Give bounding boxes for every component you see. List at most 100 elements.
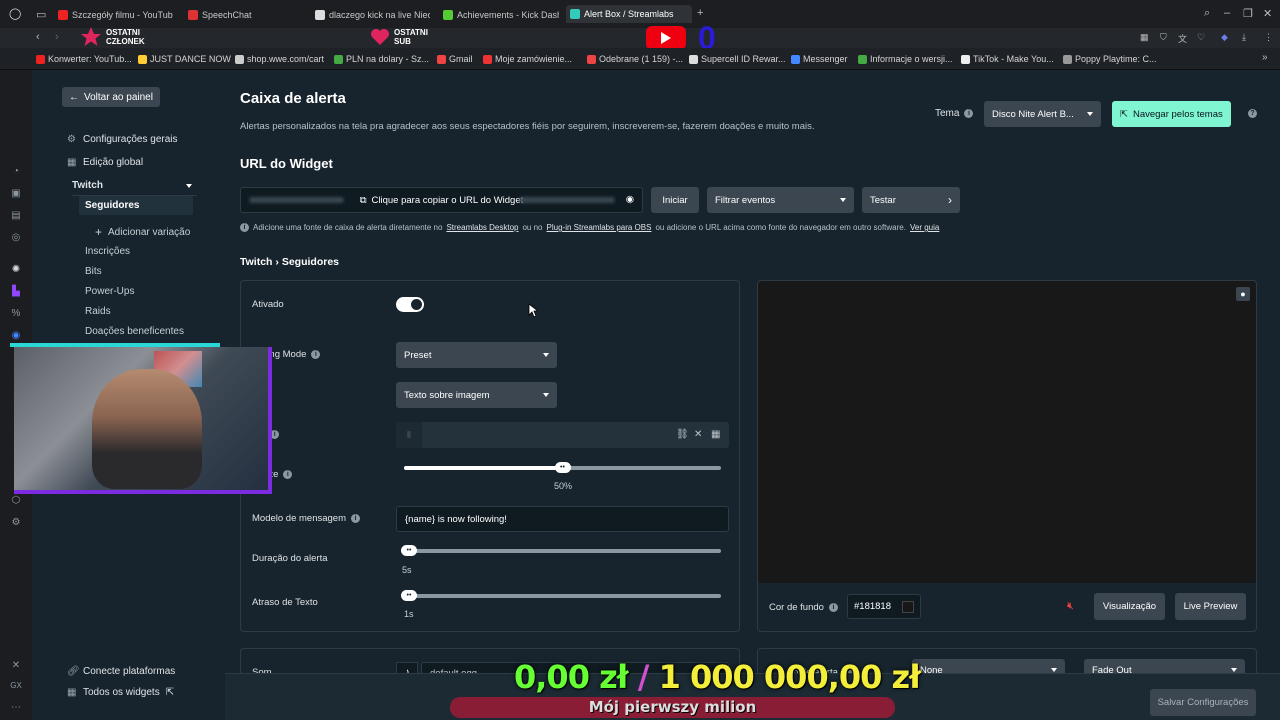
- settings-icon[interactable]: ⚙: [10, 517, 22, 529]
- link-icon[interactable]: ⛓: [676, 429, 689, 440]
- message-template-input[interactable]: {name} is now following!: [396, 506, 729, 532]
- widget-url-field[interactable]: ⧉ Clique para copiar o URL do Widget ◉: [240, 187, 643, 213]
- tab-kick-search[interactable]: dlaczego kick na live Nieo: [315, 7, 430, 23]
- bookmark-item[interactable]: Odebrane (1 159) -...: [587, 54, 683, 64]
- wallet-icon[interactable]: ▤: [10, 210, 22, 222]
- image-picker[interactable]: ⦀ ⛓ ✕ ▦: [396, 422, 729, 448]
- menu-dots-icon[interactable]: ⋮: [1264, 32, 1273, 43]
- nav-all-widgets[interactable]: ▦ Todos os widgets ⇱: [67, 687, 174, 698]
- tab-kick-achievements[interactable]: Achievements - Kick Dashb: [443, 7, 559, 23]
- enabled-toggle[interactable]: [396, 297, 424, 312]
- opera-logo-icon[interactable]: ◯: [9, 7, 21, 20]
- delay-slider-handle[interactable]: ••: [401, 590, 417, 601]
- speed-dial-icon[interactable]: ◔: [10, 166, 22, 178]
- info-icon[interactable]: i: [828, 603, 838, 612]
- size-slider[interactable]: ••: [404, 462, 721, 473]
- minimize-icon[interactable]: –: [1224, 7, 1230, 19]
- size-slider-handle[interactable]: ••: [554, 462, 571, 473]
- download-icon[interactable]: ⤓: [1242, 32, 1246, 43]
- preview-info-icon[interactable]: ●: [1236, 287, 1250, 301]
- nav-subscriptions[interactable]: Inscrições: [85, 246, 130, 257]
- close-window-icon[interactable]: ✕: [1263, 7, 1272, 20]
- view-guide-link[interactable]: Ver guia: [910, 223, 939, 232]
- layout-select[interactable]: Texto sobre imagem: [396, 382, 557, 408]
- bookmark-item[interactable]: JUST DANCE NOW: [138, 54, 231, 64]
- mute-icon[interactable]: 🔇︎: [1067, 600, 1074, 613]
- bookmark-item[interactable]: PLN na dolary - Sz...: [334, 54, 429, 64]
- shield-icon[interactable]: ⛉: [1160, 32, 1167, 43]
- gx-icon[interactable]: GX: [10, 680, 22, 692]
- bookmark-item[interactable]: Moje zamówienie...: [483, 54, 572, 64]
- gallery-icon[interactable]: ▦: [711, 429, 720, 440]
- tab-speechchat[interactable]: SpeechChat: [188, 7, 303, 23]
- bookmark-item[interactable]: shop.wwe.com/cart: [235, 54, 324, 64]
- filter-events-select[interactable]: Filtrar eventos: [707, 187, 854, 213]
- player-icon[interactable]: ◎: [10, 232, 22, 244]
- more-icon[interactable]: ⋯: [10, 702, 22, 714]
- bag-icon[interactable]: ▣: [10, 188, 22, 200]
- link-icon: 🔗︎: [67, 665, 80, 677]
- heart-icon[interactable]: ♡: [1197, 32, 1205, 43]
- bookmark-item[interactable]: Informacje o wersji...: [858, 54, 953, 64]
- bookmark-item[interactable]: TikTok - Make You...: [961, 54, 1054, 64]
- more-bookmarks-icon[interactable]: »: [1262, 52, 1268, 63]
- breadcrumb-twitch[interactable]: Twitch: [240, 256, 272, 268]
- info-icon[interactable]: i: [351, 514, 360, 523]
- nav-add-variation[interactable]: + Adicionar variação: [95, 225, 190, 239]
- restore-icon[interactable]: ❐: [1243, 7, 1253, 20]
- percent-icon[interactable]: %: [10, 308, 22, 320]
- save-settings-button[interactable]: Salvar Configurações: [1150, 689, 1256, 716]
- nav-general-settings[interactable]: ⚙ Configurações gerais: [67, 134, 178, 145]
- ai-icon[interactable]: ✺: [10, 264, 22, 276]
- forward-arrow-icon[interactable]: ›: [55, 31, 59, 43]
- duration-slider[interactable]: ••: [401, 545, 721, 556]
- streamlabs-desktop-link[interactable]: Streamlabs Desktop: [446, 223, 518, 232]
- positioning-select[interactable]: Preset: [396, 342, 557, 368]
- translate-icon[interactable]: 文: [1178, 32, 1187, 45]
- bookmark-item[interactable]: Gmail: [437, 54, 473, 64]
- nav-global-edit[interactable]: ▦ Edição global: [67, 157, 143, 168]
- nav-bits[interactable]: Bits: [85, 266, 102, 277]
- bookmark-item[interactable]: Supercell ID Rewar...: [689, 54, 786, 64]
- eye-icon[interactable]: ◉: [626, 194, 634, 205]
- obs-plugin-link[interactable]: Plug-in Streamlabs para OBS: [547, 223, 652, 232]
- nav-followers[interactable]: Seguidores: [79, 196, 193, 215]
- clear-icon[interactable]: ✕: [694, 429, 702, 440]
- tab-menu-icon[interactable]: ▭: [36, 8, 46, 21]
- bookmark-page-icon[interactable]: ▦: [1140, 32, 1149, 43]
- bookmark-item[interactable]: Messenger: [791, 54, 848, 64]
- test-button[interactable]: Testar ›: [862, 187, 960, 213]
- pin-icon[interactable]: ✕: [10, 660, 22, 672]
- bg-color-input[interactable]: #181818: [847, 594, 921, 619]
- nav-connect-platforms[interactable]: 🔗︎ Conecte plataformas: [67, 666, 175, 677]
- visualize-button[interactable]: Visualização: [1094, 593, 1165, 620]
- duration-slider-handle[interactable]: ••: [401, 545, 417, 556]
- twitch-icon[interactable]: ▙: [10, 286, 22, 298]
- nav-charity[interactable]: Doações beneficentes: [85, 326, 184, 337]
- tab-youtube[interactable]: Szczegóły filmu - YouTube: [58, 7, 173, 23]
- nav-raids[interactable]: Raids: [85, 306, 111, 317]
- info-icon[interactable]: i: [283, 470, 293, 479]
- chevron-down-icon: [1051, 668, 1057, 672]
- browse-themes-button[interactable]: ⇱ Navegar pelos temas: [1112, 101, 1231, 127]
- nav-powerups[interactable]: Power-Ups: [85, 286, 134, 297]
- back-arrow-icon[interactable]: ‹: [36, 31, 40, 43]
- theme-select[interactable]: Disco Nite Alert B...: [984, 101, 1101, 127]
- cube-icon[interactable]: ⬡: [10, 495, 22, 507]
- info-icon[interactable]: i: [311, 350, 321, 359]
- nav-twitch-group[interactable]: Twitch: [72, 180, 192, 191]
- extension-icon[interactable]: ◆: [1221, 32, 1228, 43]
- tab-streamlabs-alertbox[interactable]: Alert Box / Streamlabs: [566, 5, 692, 23]
- start-button[interactable]: Iniciar: [651, 187, 699, 213]
- new-tab-icon[interactable]: +: [697, 7, 703, 19]
- color-swatch[interactable]: [902, 600, 914, 613]
- help-icon[interactable]: ?: [1248, 109, 1257, 118]
- text-delay-slider[interactable]: ••: [401, 590, 721, 601]
- bookmark-item[interactable]: Konwerter: YouTub...: [36, 54, 132, 64]
- info-icon[interactable]: i: [964, 109, 974, 118]
- search-icon[interactable]: ⌕: [1204, 7, 1210, 20]
- live-preview-button[interactable]: Live Preview: [1175, 593, 1246, 620]
- back-to-dashboard-button[interactable]: ← Voltar ao painel: [62, 87, 160, 107]
- bookmark-item[interactable]: Poppy Playtime: C...: [1063, 54, 1157, 64]
- messenger-icon[interactable]: ◉: [10, 330, 22, 342]
